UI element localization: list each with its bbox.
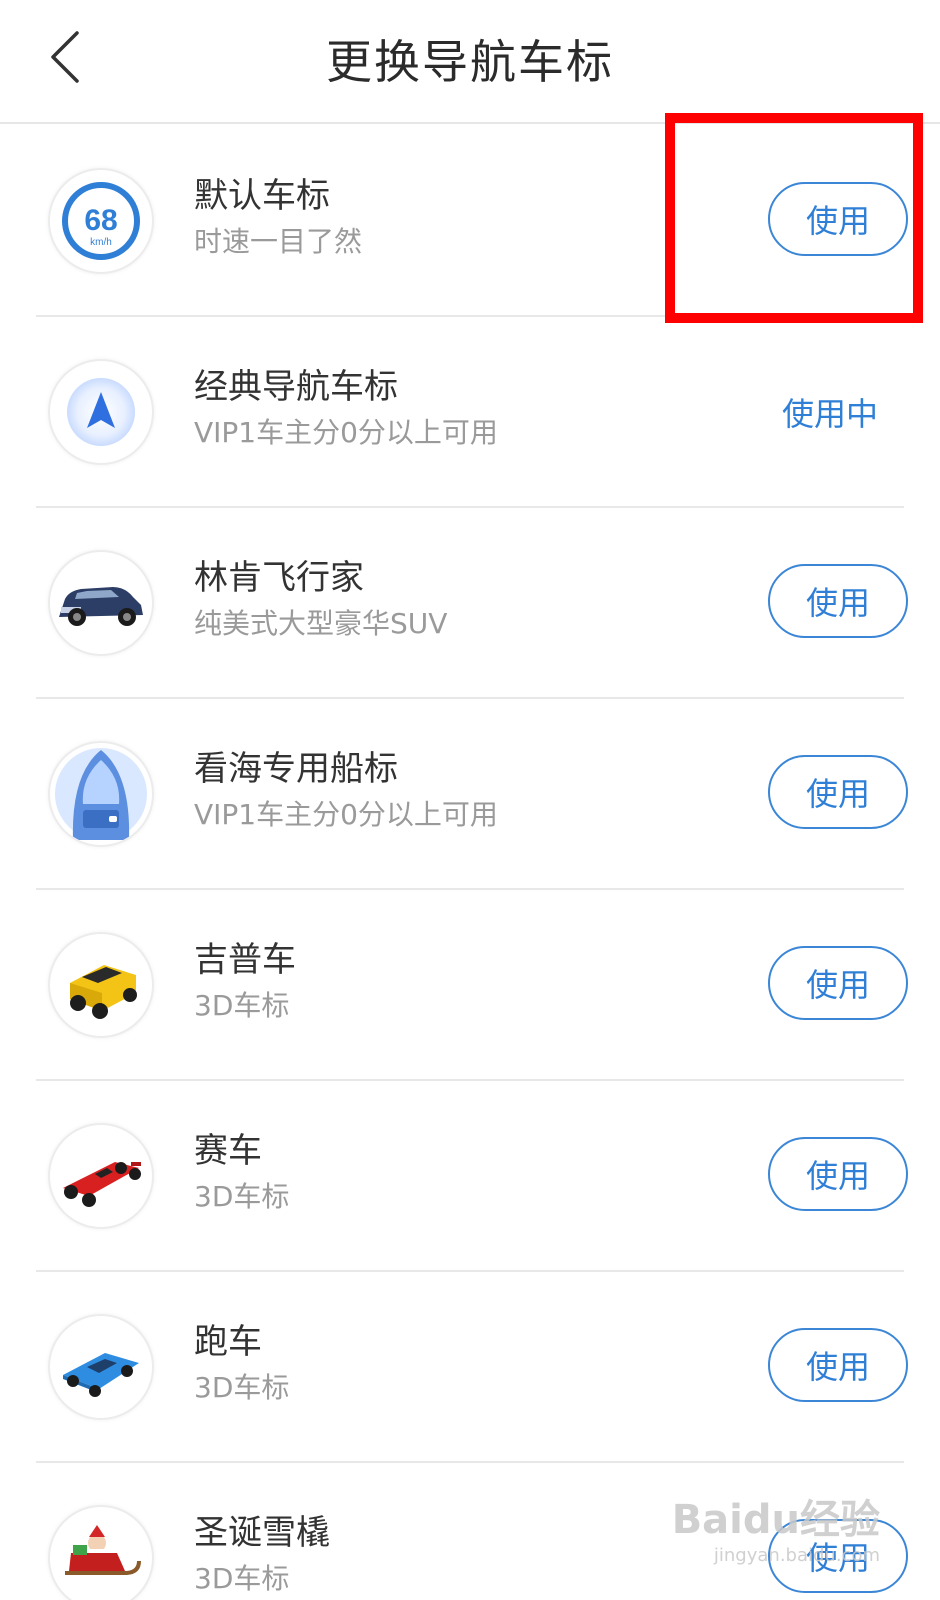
list-item-sports-car: 跑车 3D车标 使用 bbox=[0, 1272, 940, 1463]
item-name: 林肯飞行家 bbox=[194, 558, 364, 598]
in-use-label: 使用中 bbox=[782, 395, 879, 433]
item-desc: 3D车标 bbox=[194, 1180, 290, 1213]
item-desc: 纯美式大型豪华SUV bbox=[194, 607, 448, 640]
speed-unit: km/h bbox=[90, 237, 112, 248]
item-name: 圣诞雪橇 bbox=[194, 1513, 330, 1553]
race-car-icon bbox=[63, 1162, 141, 1207]
use-button[interactable]: 使用 bbox=[768, 946, 908, 1020]
use-button[interactable]: 使用 bbox=[768, 182, 908, 256]
item-name: 经典导航车标 bbox=[194, 367, 398, 407]
page-title: 更换导航车标 bbox=[326, 35, 614, 89]
item-desc: 时速一目了然 bbox=[194, 225, 363, 258]
item-name: 跑车 bbox=[194, 1322, 262, 1362]
speed-68-icon: 68 km/h bbox=[62, 182, 140, 260]
thumbnail: 68 km/h bbox=[48, 168, 154, 274]
use-button[interactable]: 使用 bbox=[768, 564, 908, 638]
item-name: 看海专用船标 bbox=[194, 749, 398, 789]
use-button[interactable]: 使用 bbox=[768, 1137, 908, 1211]
item-desc: VIP1车主分0分以上可用 bbox=[194, 798, 498, 831]
list-item-jeep: 吉普车 3D车标 使用 bbox=[0, 890, 940, 1081]
item-desc: 3D车标 bbox=[194, 1562, 290, 1595]
thumbnail bbox=[48, 741, 154, 847]
suv-icon bbox=[59, 587, 143, 626]
speed-value: 68 bbox=[84, 204, 117, 237]
use-button[interactable]: 使用 bbox=[768, 1328, 908, 1402]
navigation-arrow-icon bbox=[67, 378, 135, 446]
list-item-default: 68 km/h 默认车标 时速一目了然 使用 bbox=[0, 126, 940, 317]
car-icon-list: 68 km/h 默认车标 时速一目了然 使用 经典导航车标 VIP1车主分0分以… bbox=[0, 126, 940, 1600]
header-bar: 更换导航车标 bbox=[0, 0, 940, 124]
list-item-suv: 林肯飞行家 纯美式大型豪华SUV 使用 bbox=[0, 508, 940, 699]
list-item-sleigh: 圣诞雪橇 3D车标 使用 bbox=[0, 1463, 940, 1600]
item-name: 吉普车 bbox=[194, 940, 296, 980]
boat-icon bbox=[55, 748, 147, 840]
item-name: 赛车 bbox=[194, 1131, 262, 1171]
sleigh-icon bbox=[65, 1525, 141, 1575]
thumbnail bbox=[48, 1123, 154, 1229]
use-button[interactable]: 使用 bbox=[768, 755, 908, 829]
jeep-icon bbox=[70, 965, 137, 1019]
item-name: 默认车标 bbox=[194, 176, 330, 216]
thumbnail bbox=[48, 932, 154, 1038]
sports-car-icon bbox=[63, 1353, 139, 1397]
list-item-boat: 看海专用船标 VIP1车主分0分以上可用 使用 bbox=[0, 699, 940, 890]
list-item-classic: 经典导航车标 VIP1车主分0分以上可用 使用中 bbox=[0, 317, 940, 508]
item-desc: 3D车标 bbox=[194, 989, 290, 1022]
thumbnail bbox=[48, 1314, 154, 1420]
item-desc: VIP1车主分0分以上可用 bbox=[194, 416, 498, 449]
use-button[interactable]: 使用 bbox=[768, 1519, 908, 1593]
list-item-race-car: 赛车 3D车标 使用 bbox=[0, 1081, 940, 1272]
item-desc: 3D车标 bbox=[194, 1371, 290, 1404]
thumbnail bbox=[48, 359, 154, 465]
thumbnail bbox=[48, 1505, 154, 1600]
thumbnail bbox=[48, 550, 154, 656]
